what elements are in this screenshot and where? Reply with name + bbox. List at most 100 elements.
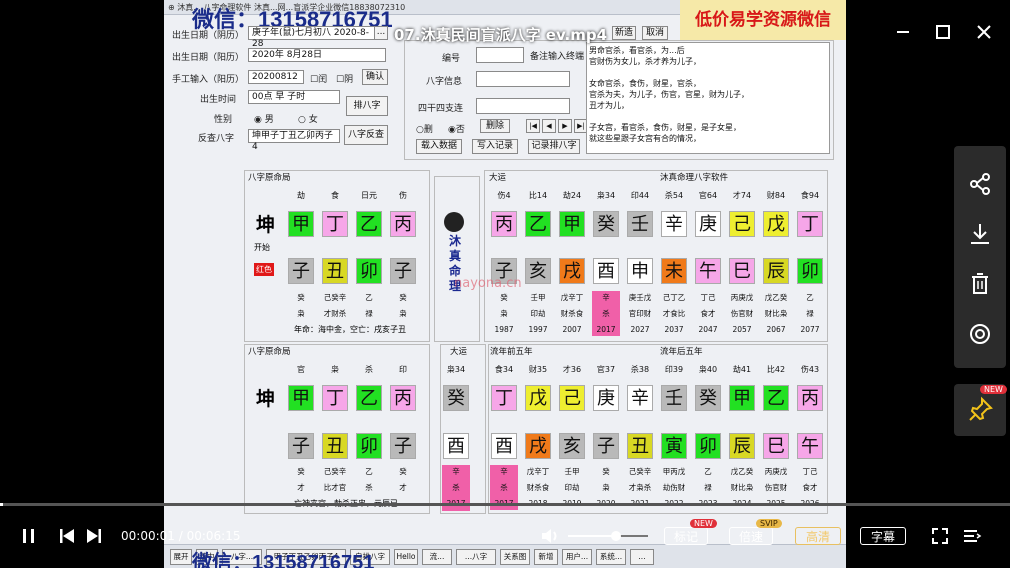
dayun-stem[interactable]: 戊 bbox=[763, 211, 789, 237]
volume-icon[interactable] bbox=[540, 526, 562, 546]
lunar-more-button[interactable]: ... bbox=[374, 26, 388, 40]
leap-checkbox[interactable]: ☐闰 bbox=[310, 72, 327, 85]
lunar-date-field[interactable]: 庚子年(鼠)七月初八 2020-8-28 bbox=[248, 26, 378, 49]
male-radio[interactable]: ◉ 男 bbox=[254, 112, 274, 125]
progress-track[interactable] bbox=[0, 503, 1010, 506]
yin-checkbox[interactable]: ☐阴 bbox=[336, 72, 353, 85]
first-record-button[interactable]: |◀ bbox=[526, 119, 540, 133]
liunian-before-stem[interactable]: 辛 bbox=[627, 385, 653, 411]
chart2-stem[interactable]: 丁 bbox=[322, 385, 348, 411]
liunian-before-branch[interactable]: 丑 bbox=[627, 433, 653, 459]
liunian-before-branch[interactable]: 子 bbox=[593, 433, 619, 459]
cancel-button[interactable]: 取消 bbox=[642, 26, 668, 40]
chart2-dayun-branch[interactable]: 酉 bbox=[443, 433, 469, 459]
mark-button[interactable]: 标记 bbox=[664, 527, 708, 545]
solar-date-field[interactable]: 2020年 8月28日 bbox=[248, 48, 386, 62]
share-icon[interactable] bbox=[964, 168, 996, 200]
sizhu-field[interactable] bbox=[476, 98, 570, 114]
prev-record-button[interactable]: ◀ bbox=[542, 119, 556, 133]
chart1-branch[interactable]: 丑 bbox=[322, 258, 348, 284]
previous-icon[interactable] bbox=[58, 526, 76, 546]
dayun-stem[interactable]: 庚 bbox=[695, 211, 721, 237]
liunian-before-stem[interactable]: 戊 bbox=[525, 385, 551, 411]
dayun-branch[interactable]: 辰 bbox=[763, 258, 789, 284]
female-radio[interactable]: ○ 女 bbox=[298, 112, 318, 125]
chart2-branch[interactable]: 子 bbox=[390, 433, 416, 459]
chart1-branch[interactable]: 子 bbox=[288, 258, 314, 284]
pause-icon[interactable] bbox=[20, 526, 38, 546]
chart1-stem[interactable]: 甲 bbox=[288, 211, 314, 237]
chart1-stem[interactable]: 丁 bbox=[322, 211, 348, 237]
playlist-icon[interactable] bbox=[962, 526, 982, 546]
bottom-tab[interactable]: 用户... bbox=[562, 549, 592, 565]
chart2-dayun-stem[interactable]: 癸 bbox=[443, 385, 469, 411]
chart1-stem[interactable]: 乙 bbox=[356, 211, 382, 237]
new-button[interactable]: 新造 bbox=[612, 26, 636, 40]
liunian-before-branch[interactable]: 酉 bbox=[491, 433, 517, 459]
chart2-branch[interactable]: 卯 bbox=[356, 433, 382, 459]
reverse-bazi-button[interactable]: 八字反查 bbox=[344, 125, 388, 145]
liunian-after-stem[interactable]: 壬 bbox=[661, 385, 687, 411]
chart2-branch[interactable]: 子 bbox=[288, 433, 314, 459]
reverse-bazi-field[interactable]: 坤甲子丁丑乙卯丙子4 bbox=[248, 129, 340, 152]
next-record-button[interactable]: ▶ bbox=[558, 119, 572, 133]
delete-button[interactable]: 删除 bbox=[480, 119, 510, 133]
dayun-branch[interactable]: 酉 bbox=[593, 258, 619, 284]
liunian-after-branch[interactable]: 寅 bbox=[661, 433, 687, 459]
liunian-after-branch[interactable]: 巳 bbox=[763, 433, 789, 459]
dayun-stem[interactable]: 己 bbox=[729, 211, 755, 237]
maximize-icon[interactable] bbox=[933, 22, 953, 42]
dayun-branch[interactable]: 申 bbox=[627, 258, 653, 284]
liunian-before-stem[interactable]: 丁 bbox=[491, 385, 517, 411]
fullscreen-icon[interactable] bbox=[930, 526, 950, 546]
delete-no-radio[interactable]: ◉否 bbox=[448, 122, 465, 135]
chart2-stem[interactable]: 乙 bbox=[356, 385, 382, 411]
liunian-after-stem[interactable]: 乙 bbox=[763, 385, 789, 411]
chart2-branch[interactable]: 丑 bbox=[322, 433, 348, 459]
liunian-after-stem[interactable]: 癸 bbox=[695, 385, 721, 411]
bottom-tab[interactable]: 流... bbox=[422, 549, 452, 565]
minimize-icon[interactable] bbox=[893, 22, 913, 42]
next-icon[interactable] bbox=[85, 526, 103, 546]
dayun-stem[interactable]: 丁 bbox=[797, 211, 823, 237]
manual-date-field[interactable]: 20200812 bbox=[248, 70, 304, 84]
dayun-branch[interactable]: 未 bbox=[661, 258, 687, 284]
liunian-before-stem[interactable]: 己 bbox=[559, 385, 585, 411]
dayun-branch[interactable]: 亥 bbox=[525, 258, 551, 284]
bottom-tab[interactable]: 新增 bbox=[534, 549, 558, 565]
liunian-after-branch[interactable]: 辰 bbox=[729, 433, 755, 459]
bottom-tab[interactable]: 展开 bbox=[170, 549, 192, 565]
pin-icon[interactable] bbox=[964, 394, 996, 426]
delete-icon[interactable] bbox=[964, 268, 996, 300]
dayun-branch[interactable]: 午 bbox=[695, 258, 721, 284]
subtitle-button[interactable]: 字幕 bbox=[860, 527, 906, 545]
dayun-branch[interactable]: 戌 bbox=[559, 258, 585, 284]
dayun-stem[interactable]: 壬 bbox=[627, 211, 653, 237]
bottom-tab[interactable]: 系统... bbox=[596, 549, 626, 565]
bottom-tab[interactable]: 关系图 bbox=[500, 549, 530, 565]
chart2-stem[interactable]: 甲 bbox=[288, 385, 314, 411]
bazi-info-field[interactable] bbox=[476, 71, 570, 87]
notes-textarea[interactable]: 男命官杀，看官杀，为...后 官财伤为女儿，杀才养为儿子， 女命官杀，食伤，财星… bbox=[586, 42, 830, 154]
chart2-stem[interactable]: 丙 bbox=[390, 385, 416, 411]
dayun-branch[interactable]: 巳 bbox=[729, 258, 755, 284]
dayun-stem[interactable]: 辛 bbox=[661, 211, 687, 237]
dayun-stem[interactable]: 癸 bbox=[593, 211, 619, 237]
quality-button[interactable]: 高清 bbox=[795, 527, 841, 545]
dayun-stem[interactable]: 丙 bbox=[491, 211, 517, 237]
volume-knob[interactable] bbox=[611, 531, 621, 541]
speed-button[interactable]: 倍速 bbox=[729, 527, 773, 545]
id-field[interactable] bbox=[476, 47, 524, 63]
close-icon[interactable] bbox=[974, 22, 994, 42]
chart1-red-box[interactable]: 红色 bbox=[254, 263, 274, 276]
bottom-tab[interactable]: ... bbox=[630, 549, 654, 565]
dayun-stem[interactable]: 乙 bbox=[525, 211, 551, 237]
liunian-after-stem[interactable]: 丙 bbox=[797, 385, 823, 411]
liunian-before-branch[interactable]: 亥 bbox=[559, 433, 585, 459]
bottom-tab[interactable]: ...八字 bbox=[456, 549, 496, 565]
bottom-tab[interactable]: Hello bbox=[394, 549, 418, 565]
birth-time-select[interactable]: 00点 早 子时 bbox=[248, 90, 340, 104]
dayun-branch[interactable]: 卯 bbox=[797, 258, 823, 284]
record-icon[interactable] bbox=[964, 318, 996, 350]
pai-bazi-button[interactable]: 排八字 bbox=[346, 96, 388, 116]
